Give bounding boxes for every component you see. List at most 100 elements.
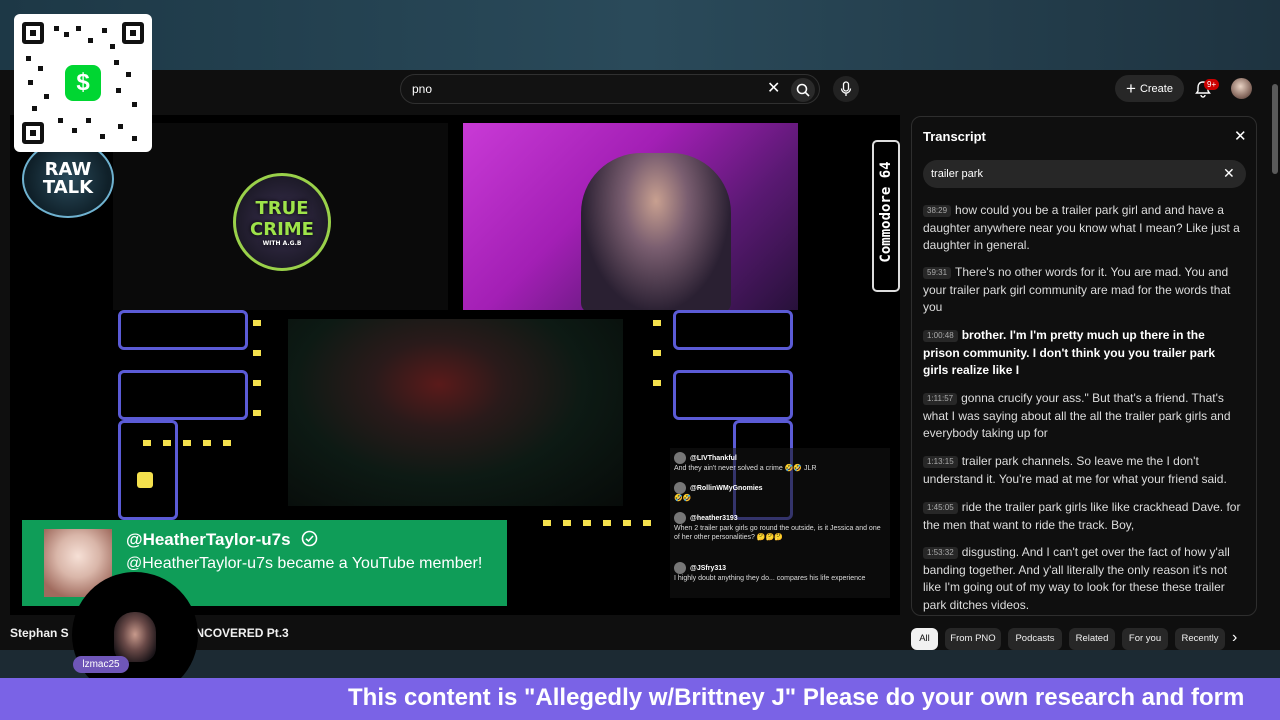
transcript-segment[interactable]: 38:29 how could you be a trailer park gir… <box>923 202 1243 255</box>
cashapp-qr-code: $ <box>14 14 152 152</box>
search-box[interactable]: pno ✕ <box>400 74 820 104</box>
plus-icon: + <box>1126 78 1136 98</box>
qr-module <box>26 56 31 61</box>
qr-module <box>86 118 91 123</box>
search-button[interactable] <box>791 78 815 102</box>
voice-search-button[interactable] <box>833 76 859 102</box>
notification-count-badge: 9+ <box>1204 79 1220 90</box>
segment-timestamp: 1:13:15 <box>923 456 958 468</box>
close-icon[interactable]: ✕ <box>1234 127 1247 145</box>
chat-user: @JSfry313 <box>690 564 727 572</box>
qr-module <box>38 66 43 71</box>
qr-module <box>132 136 137 141</box>
clear-search-icon[interactable]: ✕ <box>767 80 780 98</box>
chip-related[interactable]: Related <box>1069 628 1115 650</box>
transcript-search-field[interactable]: trailer park ✕ <box>923 160 1246 188</box>
qr-module <box>102 28 107 33</box>
stream-background-top <box>0 0 1280 70</box>
chat-message: @heather3193 When 2 trailer park girls g… <box>674 512 884 542</box>
transcript-segment[interactable]: 1:13:15 trailer park channels. So leave m… <box>923 453 1243 488</box>
segment-timestamp: 59:31 <box>923 267 952 279</box>
chip-for-you[interactable]: For you <box>1122 628 1168 650</box>
qr-module <box>88 38 93 43</box>
qr-module <box>54 26 59 31</box>
pac-dot <box>163 440 171 446</box>
create-button[interactable]: + Create <box>1115 75 1184 102</box>
qr-module <box>28 80 33 85</box>
youtube-app: pno ✕ + Create 9+ TRUE CRIME WITH A.G.B … <box>0 70 1280 650</box>
transcript-segment[interactable]: 59:31 There's no other words for it. You … <box>923 264 1243 317</box>
qr-module <box>58 118 63 123</box>
qr-module <box>118 124 123 129</box>
chat-message: @RollinWMyGnomies 🤣🤣 <box>674 482 884 503</box>
segment-text: ride the trailer park girls like like cr… <box>923 500 1241 532</box>
clear-transcript-search-icon[interactable]: ✕ <box>1223 165 1235 182</box>
qr-module <box>44 94 49 99</box>
qr-module <box>126 72 131 77</box>
segment-text: trailer park channels. So leave me the I… <box>923 454 1227 486</box>
chip-from-pno[interactable]: From PNO <box>945 628 1001 650</box>
qr-module <box>76 26 81 31</box>
logo-text-line2: CRIME <box>250 218 314 240</box>
page-scrollbar[interactable] <box>1270 70 1280 650</box>
pac-dot <box>543 520 551 526</box>
video-player[interactable]: TRUE CRIME WITH A.G.B RAW TALK Commodore… <box>10 115 900 615</box>
host-webcam <box>463 123 798 310</box>
chip-all[interactable]: All <box>911 628 938 650</box>
transcript-segment[interactable]: 1:45:05 ride the trailer park girls like … <box>923 499 1243 534</box>
true-crime-panel: TRUE CRIME WITH A.G.B <box>113 123 448 310</box>
member-name: @HeatherTaylor-u7s <box>126 530 318 550</box>
logo-text-line1: TRUE <box>255 197 309 219</box>
qr-module <box>72 128 77 133</box>
chevron-right-icon[interactable]: › <box>1232 629 1237 647</box>
commodore-64-sign: Commodore 64 <box>872 140 900 292</box>
host-figure <box>581 153 731 310</box>
maze-wall <box>118 420 178 520</box>
chip-podcasts[interactable]: Podcasts <box>1008 628 1062 650</box>
account-avatar[interactable] <box>1231 78 1252 99</box>
check-circle-icon <box>302 530 318 547</box>
commodore-label: Commodore 64 <box>878 161 894 263</box>
transcript-search-input[interactable]: trailer park <box>931 168 983 180</box>
segment-text: gonna crucify your ass." But that's a fr… <box>923 391 1231 440</box>
webcam-name-tag: lzmac25 <box>73 656 129 673</box>
pac-dot <box>253 320 261 326</box>
microphone-icon <box>840 81 852 96</box>
segment-text: disgusting. And I can't get over the fac… <box>923 545 1230 612</box>
qr-module <box>110 44 115 49</box>
maze-wall <box>118 310 248 350</box>
disclaimer-ticker: This content is "Allegedly w/Brittney J"… <box>0 678 1280 720</box>
chat-message: @JSfry313 I highly doubt anything they d… <box>674 562 884 583</box>
chat-user: @RollinWMyGnomies <box>690 484 763 492</box>
qr-module <box>114 60 119 65</box>
pac-dot <box>603 520 611 526</box>
chat-text: When 2 trailer park girls go round the o… <box>674 525 881 541</box>
search-icon <box>796 83 810 97</box>
pac-dot <box>253 380 261 386</box>
segment-timestamp: 1:11:57 <box>923 393 958 405</box>
transcript-title: Transcript <box>923 129 986 144</box>
related-chips-bar: All From PNO Podcasts Related For you Re… <box>911 628 1257 650</box>
ticker-text: This content is "Allegedly w/Brittney J"… <box>348 684 1245 711</box>
chat-text: And they ain't never solved a crime 🤣🤣 J… <box>674 465 817 472</box>
segment-timestamp: 1:45:05 <box>923 502 958 514</box>
segment-text: how could you be a trailer park girl and… <box>923 203 1240 252</box>
qr-finder <box>22 22 44 44</box>
scrollbar-thumb[interactable] <box>1272 84 1278 174</box>
pac-dot <box>253 410 261 416</box>
maze-wall <box>118 370 248 420</box>
maze-wall <box>673 310 793 350</box>
logo-subtext: WITH A.G.B <box>262 239 302 247</box>
pac-dot <box>203 440 211 446</box>
chat-text: 🤣🤣 <box>674 495 692 502</box>
transcript-segment[interactable]: 1:11:57 gonna crucify your ass." But that… <box>923 390 1243 443</box>
transcript-segment[interactable]: 1:53:32 disgusting. And I can't get over … <box>923 544 1243 614</box>
segment-text: brother. I'm I'm pretty much up there in… <box>923 328 1215 377</box>
pac-dot <box>653 320 661 326</box>
qr-module <box>116 88 121 93</box>
pac-dot <box>583 520 591 526</box>
member-message: @HeatherTaylor-u7s became a YouTube memb… <box>126 555 483 572</box>
chip-recently[interactable]: Recently <box>1175 628 1225 650</box>
search-input[interactable]: pno <box>412 82 432 96</box>
transcript-segment-active[interactable]: 1:00:48 brother. I'm I'm pretty much up t… <box>923 327 1243 380</box>
